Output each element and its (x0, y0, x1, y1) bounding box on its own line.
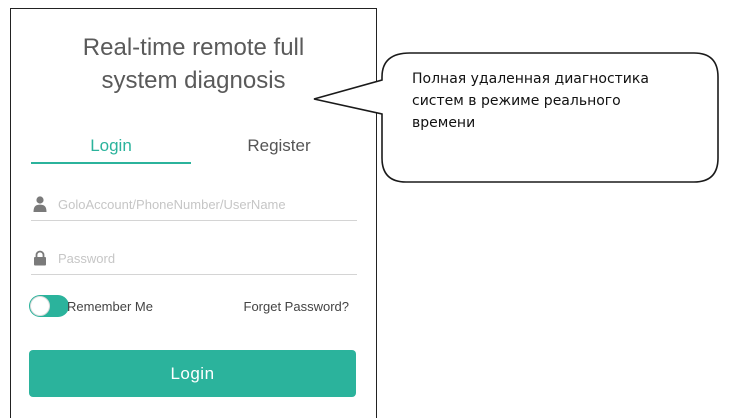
callout-line-3: времени (412, 115, 476, 131)
callout-line-2: систем в режиме реального (412, 93, 621, 109)
callout-text: Полная удаленная диагностика систем в ре… (412, 68, 712, 134)
callout-line-1: Полная удаленная диагностика (412, 71, 649, 87)
callout-bubble (313, 52, 719, 183)
